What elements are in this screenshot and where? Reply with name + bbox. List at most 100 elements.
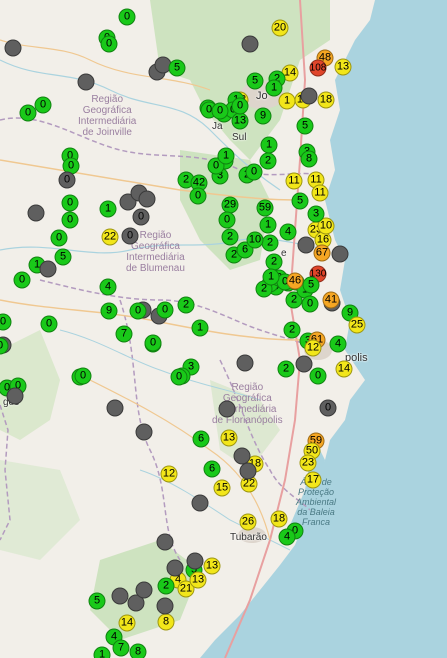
station-marker[interactable]: 1 bbox=[259, 216, 277, 234]
station-marker[interactable]: 2 bbox=[177, 296, 195, 314]
station-marker[interactable] bbox=[111, 587, 129, 605]
station-marker[interactable]: 108 bbox=[309, 59, 327, 77]
station-marker[interactable]: 2 bbox=[157, 577, 175, 595]
station-marker[interactable]: 18 bbox=[317, 91, 335, 109]
station-marker[interactable]: 2 bbox=[277, 360, 295, 378]
station-marker[interactable]: 0 bbox=[34, 96, 52, 114]
station-marker[interactable]: 5 bbox=[88, 592, 106, 610]
station-marker[interactable]: 5 bbox=[54, 248, 72, 266]
station-marker[interactable]: 5 bbox=[302, 276, 320, 294]
station-marker[interactable]: 0 bbox=[121, 227, 139, 245]
station-marker[interactable] bbox=[331, 245, 349, 263]
station-marker[interactable] bbox=[191, 494, 209, 512]
station-marker[interactable]: 0 bbox=[61, 211, 79, 229]
station-marker[interactable]: 7 bbox=[112, 639, 130, 657]
station-marker[interactable] bbox=[166, 559, 184, 577]
station-marker[interactable]: 2 bbox=[221, 228, 239, 246]
station-marker[interactable]: 5 bbox=[168, 59, 186, 77]
station-marker[interactable]: 22 bbox=[101, 228, 119, 246]
station-marker[interactable]: 9 bbox=[100, 302, 118, 320]
station-marker[interactable]: 1 bbox=[93, 646, 111, 658]
station-marker[interactable] bbox=[138, 190, 156, 208]
station-marker[interactable]: 0 bbox=[118, 8, 136, 26]
station-marker[interactable]: 4 bbox=[99, 278, 117, 296]
station-marker[interactable]: 20 bbox=[271, 19, 289, 37]
station-marker[interactable] bbox=[156, 597, 174, 615]
station-marker[interactable]: 14 bbox=[335, 360, 353, 378]
station-marker[interactable]: 13 bbox=[231, 112, 249, 130]
station-marker[interactable]: 0 bbox=[319, 399, 337, 417]
station-marker[interactable]: 0 bbox=[144, 334, 162, 352]
station-marker[interactable]: 23 bbox=[299, 454, 317, 472]
station-marker[interactable]: 0 bbox=[170, 368, 188, 386]
station-marker[interactable]: 0 bbox=[309, 367, 327, 385]
station-marker[interactable]: 26 bbox=[239, 513, 257, 531]
station-marker[interactable] bbox=[300, 87, 318, 105]
station-marker[interactable]: 0 bbox=[189, 187, 207, 205]
station-marker[interactable]: 6 bbox=[192, 430, 210, 448]
station-marker[interactable]: 0 bbox=[61, 194, 79, 212]
station-marker[interactable] bbox=[156, 533, 174, 551]
station-marker[interactable] bbox=[135, 423, 153, 441]
station-marker[interactable] bbox=[6, 387, 24, 405]
station-marker[interactable]: 1 bbox=[278, 92, 296, 110]
station-marker[interactable] bbox=[297, 236, 315, 254]
city-label-tubarao[interactable]: Tubarão bbox=[230, 532, 267, 543]
station-marker[interactable]: 4 bbox=[279, 223, 297, 241]
station-marker[interactable]: 1 bbox=[265, 79, 283, 97]
station-marker[interactable]: 0 bbox=[156, 301, 174, 319]
station-marker[interactable]: 2 bbox=[283, 321, 301, 339]
station-marker[interactable]: 1 bbox=[260, 136, 278, 154]
station-marker[interactable]: 0 bbox=[132, 208, 150, 226]
station-marker[interactable]: 0 bbox=[245, 163, 263, 181]
station-marker[interactable]: 0 bbox=[218, 211, 236, 229]
station-marker[interactable]: 5 bbox=[246, 72, 264, 90]
station-marker[interactable]: 11 bbox=[285, 172, 303, 190]
station-marker[interactable]: 9 bbox=[254, 107, 272, 125]
station-marker[interactable]: 12 bbox=[160, 465, 178, 483]
station-marker[interactable]: 0 bbox=[231, 97, 249, 115]
station-marker[interactable]: 5 bbox=[296, 117, 314, 135]
station-marker[interactable]: 3 bbox=[307, 205, 325, 223]
station-marker[interactable]: 10 bbox=[246, 231, 264, 249]
station-marker[interactable]: 13 bbox=[203, 557, 221, 575]
station-marker[interactable]: 0 bbox=[13, 271, 31, 289]
station-marker[interactable] bbox=[241, 35, 259, 53]
station-marker[interactable] bbox=[135, 581, 153, 599]
station-marker[interactable]: 8 bbox=[300, 150, 318, 168]
station-marker[interactable]: 14 bbox=[118, 614, 136, 632]
station-marker[interactable]: 2 bbox=[259, 152, 277, 170]
station-marker[interactable]: 7 bbox=[115, 325, 133, 343]
station-marker[interactable]: 0 bbox=[129, 302, 147, 320]
station-marker[interactable] bbox=[106, 399, 124, 417]
station-marker[interactable]: 0 bbox=[211, 102, 229, 120]
station-marker[interactable]: 13 bbox=[189, 571, 207, 589]
station-marker[interactable]: 13 bbox=[220, 429, 238, 447]
station-marker[interactable]: 2 bbox=[261, 234, 279, 252]
city-label-sul[interactable]: Sul bbox=[232, 132, 246, 143]
map-canvas[interactable]: Região Geográfica Intermediária de Joinvill… bbox=[0, 0, 447, 658]
station-marker[interactable]: 5 bbox=[291, 192, 309, 210]
station-marker[interactable]: 67 bbox=[313, 244, 331, 262]
station-marker[interactable]: 12 bbox=[304, 339, 322, 357]
station-marker[interactable]: 15 bbox=[213, 479, 231, 497]
station-marker[interactable]: 1 bbox=[191, 319, 209, 337]
station-marker[interactable]: 8 bbox=[129, 643, 147, 658]
station-marker[interactable]: 59 bbox=[256, 199, 274, 217]
station-marker[interactable] bbox=[27, 204, 45, 222]
station-marker[interactable]: 11 bbox=[311, 184, 329, 202]
station-marker[interactable] bbox=[295, 355, 313, 373]
station-marker[interactable]: 8 bbox=[157, 613, 175, 631]
station-marker[interactable]: 1 bbox=[99, 200, 117, 218]
station-marker[interactable] bbox=[39, 260, 57, 278]
station-marker[interactable]: 6 bbox=[203, 460, 221, 478]
station-marker[interactable]: 4 bbox=[278, 528, 296, 546]
station-marker[interactable]: 25 bbox=[348, 316, 366, 334]
station-marker[interactable]: 0 bbox=[19, 104, 37, 122]
city-label-e[interactable]: e bbox=[281, 248, 287, 259]
station-marker[interactable] bbox=[218, 400, 236, 418]
station-marker[interactable] bbox=[186, 552, 204, 570]
station-marker[interactable]: 41 bbox=[322, 291, 340, 309]
station-marker[interactable]: 17 bbox=[304, 471, 322, 489]
station-marker[interactable]: 46 bbox=[286, 272, 304, 290]
